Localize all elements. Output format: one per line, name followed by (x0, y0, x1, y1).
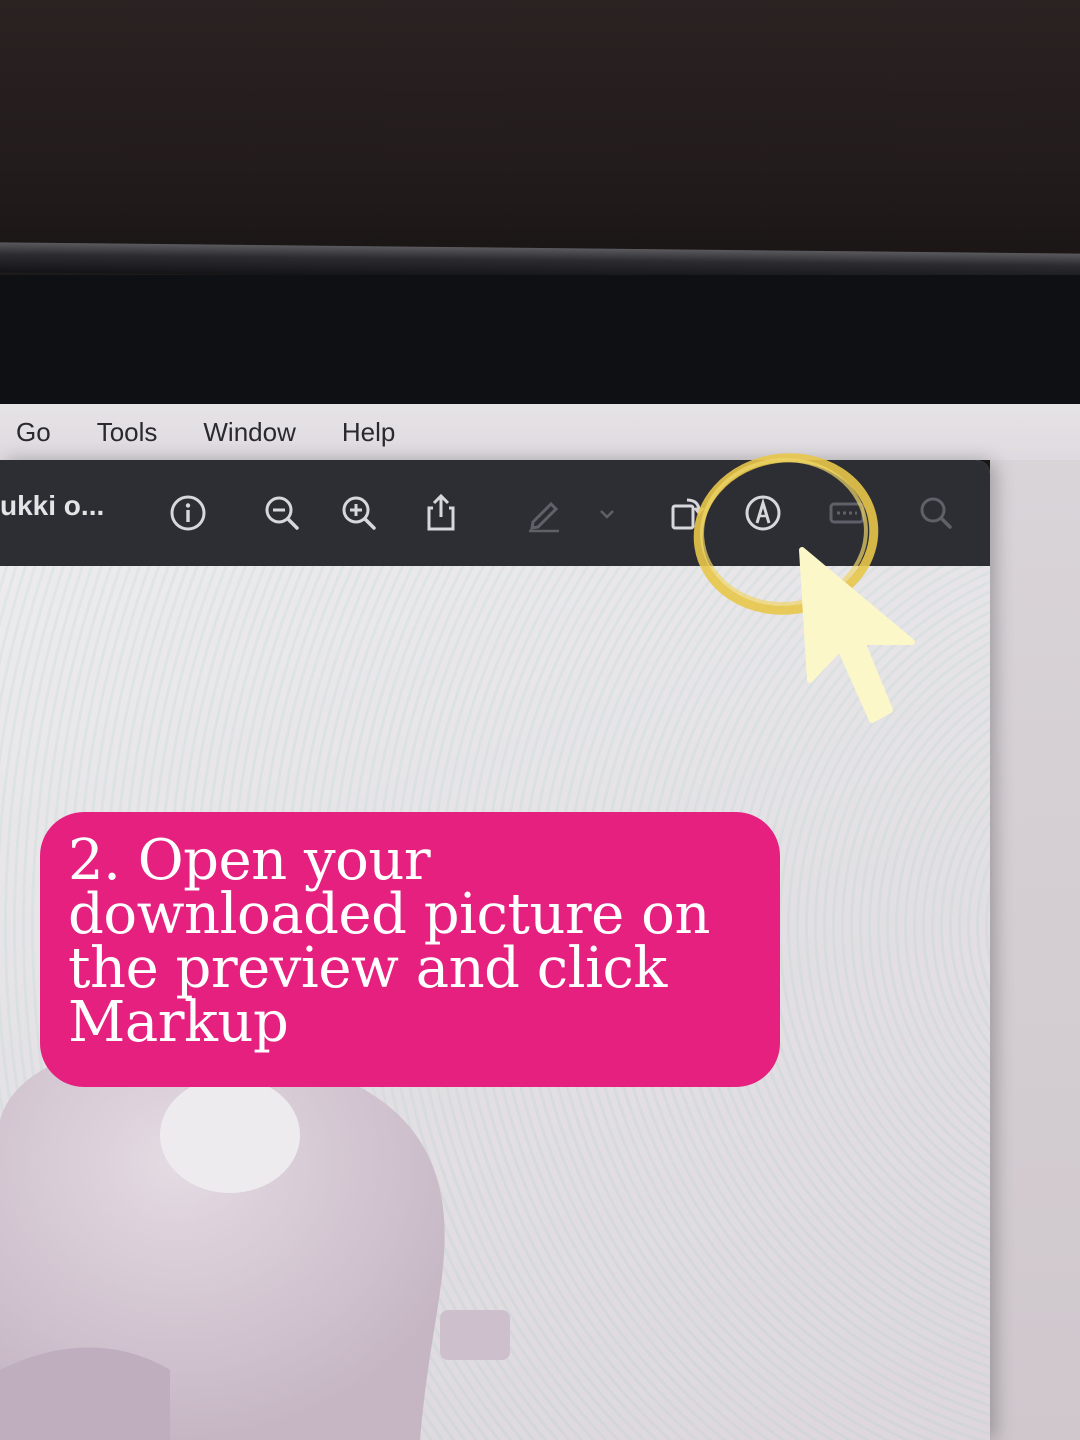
screen-bezel (0, 275, 1080, 415)
zoom-out-icon[interactable] (261, 492, 303, 534)
instruction-callout: 2. Open your downloaded picture on the p… (40, 812, 780, 1087)
menu-item-go[interactable]: Go (16, 417, 51, 448)
share-icon[interactable] (420, 492, 462, 534)
menu-item-help[interactable]: Help (342, 417, 395, 448)
instruction-text: 2. Open your downloaded picture on the p… (68, 828, 710, 1055)
photo-object (0, 1040, 560, 1440)
document-title[interactable]: ukki o... (0, 490, 104, 522)
zoom-in-icon[interactable] (338, 492, 380, 534)
arrow-pointer-icon (790, 540, 930, 730)
search-icon[interactable] (915, 492, 957, 534)
chevron-down-icon[interactable] (592, 492, 622, 534)
desktop-edge (990, 460, 1080, 1440)
menu-item-tools[interactable]: Tools (97, 417, 158, 448)
menu-bar: Go Tools Window Help (0, 404, 1080, 460)
menu-item-window[interactable]: Window (203, 417, 295, 448)
desk-background (0, 0, 1080, 270)
highlight-pen-icon[interactable] (523, 492, 565, 534)
info-icon[interactable] (167, 492, 209, 534)
